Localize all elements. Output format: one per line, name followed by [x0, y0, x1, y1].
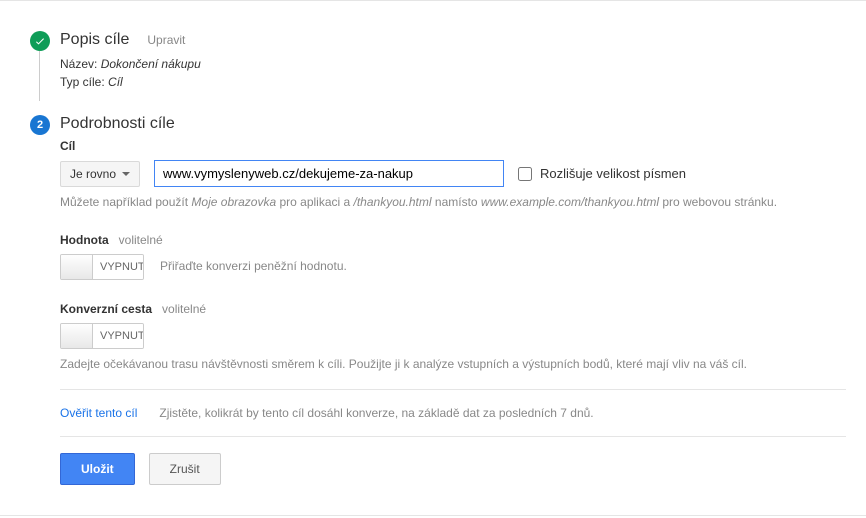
divider — [60, 389, 846, 390]
verify-goal-link[interactable]: Ověřit tento cíl — [60, 406, 137, 420]
step2-title: Podrobnosti cíle — [60, 115, 175, 133]
footer-divider — [0, 515, 866, 516]
case-sensitive-label: Rozlišuje velikost písmen — [540, 166, 686, 181]
funnel-toggle[interactable]: VYPNUTO — [60, 323, 144, 349]
save-button[interactable]: Uložit — [60, 453, 135, 485]
cancel-button[interactable]: Zrušit — [149, 453, 221, 485]
goal-url-input[interactable] — [154, 160, 504, 187]
goal-name-label: Název: — [60, 57, 97, 71]
match-type-dropdown[interactable]: Je rovno — [60, 161, 140, 187]
step1-title: Popis cíle — [60, 31, 129, 49]
funnel-hint: Zadejte očekávanou trasu návštěvnosti sm… — [60, 356, 800, 373]
verify-goal-text: Zjistěte, kolikrát by tento cíl dosáhl k… — [159, 406, 593, 420]
chevron-down-icon — [122, 172, 130, 176]
value-section-label: Hodnota — [60, 233, 109, 247]
check-icon — [30, 31, 50, 51]
value-hint: Přiřaďte konverzi peněžní hodnotu. — [160, 258, 347, 275]
value-toggle[interactable]: VYPNUTO — [60, 254, 144, 280]
divider — [60, 436, 846, 437]
goal-type-value: Cíl — [108, 75, 123, 89]
goal-type-label: Typ cíle: — [60, 75, 105, 89]
step2-number-icon: 2 — [30, 115, 50, 135]
goal-name-value: Dokončení nákupu — [101, 57, 201, 71]
step1-edit-link[interactable]: Upravit — [147, 33, 185, 47]
value-optional-label: volitelné — [119, 233, 163, 247]
funnel-optional-label: volitelné — [162, 302, 206, 316]
goal-hint: Můžete například použít Moje obrazovka p… — [60, 194, 800, 211]
funnel-section-label: Konverzní cesta — [60, 302, 152, 316]
case-sensitive-checkbox[interactable] — [518, 167, 532, 181]
step-connector — [39, 51, 40, 101]
goal-section-label: Cíl — [60, 139, 846, 153]
